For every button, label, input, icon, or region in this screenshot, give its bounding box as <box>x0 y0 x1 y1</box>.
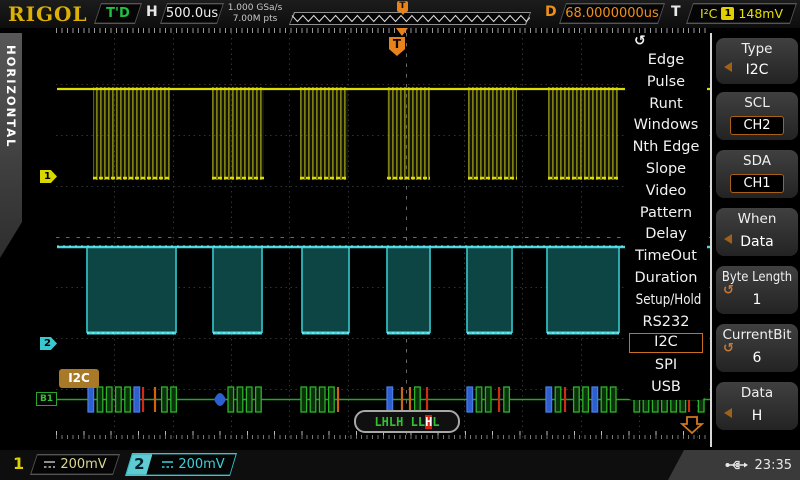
ch1-number[interactable]: 1 <box>13 454 24 473</box>
softkey-when-value: Data <box>716 234 798 250</box>
i2c-decode-bus <box>57 387 710 412</box>
trigger-menu-item-windows[interactable]: Windows <box>629 115 703 135</box>
clock: 23:35 <box>755 458 792 473</box>
trigger-type-readout: I²C <box>700 6 717 21</box>
back-rotate-icon[interactable]: ↺ <box>634 33 646 49</box>
softkey-when-label: When <box>716 211 798 227</box>
trigger-menu-item-pattern[interactable]: Pattern <box>629 203 703 223</box>
softkey-type-label: Type <box>716 41 798 57</box>
ch1-scale: 200mV <box>60 457 106 472</box>
trigger-menu-item-video[interactable]: Video <box>629 181 703 201</box>
trigger-position-arrow-icon <box>396 28 408 36</box>
softkey-data[interactable]: Data H <box>716 382 798 430</box>
softkey-byte-length[interactable]: Byte Length ↺ 1 <box>716 266 798 314</box>
decode-bit-4: L <box>411 415 418 429</box>
trigger-settings-readout[interactable]: I²C 1 148mV <box>686 3 797 24</box>
trigger-menu-item-nth-edge[interactable]: Nth Edge <box>629 137 703 157</box>
trigger-level-readout: 148mV <box>738 6 783 21</box>
softkey-sda-label: SDA <box>716 153 798 169</box>
ch1-scale-badge[interactable]: 200mV <box>30 454 120 475</box>
softkey-scl-value: CH2 <box>730 116 784 135</box>
ch2-scale: 200mV <box>178 457 224 472</box>
trigger-status-badge: T'D <box>94 3 142 24</box>
delay-label: D <box>545 4 557 20</box>
preview-trigger-pin[interactable]: T <box>397 1 408 12</box>
decode-bit-3: H <box>396 415 403 429</box>
rigol-logo: RIGOL <box>8 2 88 26</box>
sample-rate: 1.000 GSa/s <box>226 3 284 14</box>
horizontal-menu-tab: HORIZONTAL <box>0 33 22 258</box>
oscilloscope-screen: 1 2 B1 I2C T LHLH LLHL HORIZONTAL ↺ Edge… <box>0 0 800 480</box>
softkey-type-value: I2C <box>716 62 798 78</box>
bus1-marker[interactable]: B1 <box>36 392 57 406</box>
trigger-menu-item-delay[interactable]: Delay <box>629 224 703 244</box>
sidebar-rail <box>710 33 712 447</box>
softkey-data-label: Data <box>716 385 798 401</box>
trigger-label: T <box>671 4 681 20</box>
trigger-menu-item-rs232[interactable]: RS232 <box>629 312 703 332</box>
dc-coupling-icon <box>43 460 56 469</box>
decode-bit-1: H <box>382 415 389 429</box>
softkey-type[interactable]: Type I2C <box>716 38 798 84</box>
trigger-menu-item-slope[interactable]: Slope <box>629 159 703 179</box>
horizontal-menu-tab-label: HORIZONTAL <box>4 45 18 148</box>
ch2-waveform <box>57 246 710 333</box>
softkey-byte-length-value: 1 <box>716 292 798 308</box>
bottom-status-bar: 1 200mV 2 200mV <box>0 450 800 480</box>
trigger-menu-item-runt[interactable]: Runt <box>629 94 703 114</box>
trigger-menu-item-duration[interactable]: Duration <box>629 268 703 288</box>
trigger-level-offscreen-arrow-icon <box>680 416 706 434</box>
softkey-when[interactable]: When Data <box>716 208 798 256</box>
decode-bit-2: L <box>389 415 396 429</box>
decode-bit-0: L <box>374 415 381 429</box>
decode-bit-7: L <box>432 415 439 429</box>
trigger-menu-item-edge[interactable]: Edge <box>629 50 703 70</box>
trigger-source-badge: 1 <box>721 7 734 20</box>
usb-icon <box>725 459 749 471</box>
ch2-scale-badge[interactable]: 2 200mV <box>125 453 237 476</box>
trigger-menu-item-setup-hold[interactable]: Setup/Hold <box>636 290 697 310</box>
trigger-menu-item-timeout[interactable]: TimeOut <box>629 246 703 266</box>
trigger-menu-item-i2c[interactable]: I2C <box>629 333 703 353</box>
top-status-bar: RIGOL T'D H 500.0us 1.000 GSa/s 7.00M pt… <box>0 0 800 28</box>
trigger-menu-item-pulse[interactable]: Pulse <box>629 72 703 92</box>
acquisition-readout: 1.000 GSa/s 7.00M pts <box>226 3 284 25</box>
softkey-scl[interactable]: SCL CH2 <box>716 92 798 140</box>
softkey-data-value: H <box>716 408 798 424</box>
softkey-sidebar: Type I2C SCL CH2 SDA CH1 When Data Byte … <box>710 33 800 447</box>
status-corner: 23:35 <box>668 450 800 480</box>
trigger-menu-item-spi[interactable]: SPI <box>629 355 703 375</box>
softkey-sda-value: CH1 <box>730 174 784 193</box>
waveform-preview-strip[interactable] <box>289 12 531 25</box>
timebase-readout[interactable]: 500.0us <box>160 3 224 24</box>
softkey-current-bit[interactable]: CurrentBit ↺ 6 <box>716 324 798 372</box>
memory-depth: 7.00M pts <box>226 14 284 25</box>
horizontal-label: H <box>146 4 158 20</box>
decode-bit-5: L <box>418 415 425 429</box>
decode-protocol-label: I2C <box>59 369 99 388</box>
ch1-waveform <box>57 87 710 180</box>
decode-bit-values: LHLH LLHL <box>354 410 460 433</box>
softkey-scl-label: SCL <box>716 95 798 111</box>
trigger-offset-readout[interactable]: 68.0000000us <box>559 3 665 24</box>
trigger-menu-item-usb[interactable]: USB <box>629 377 703 397</box>
preview-zigzag <box>290 12 530 24</box>
softkey-sda[interactable]: SDA CH1 <box>716 150 798 198</box>
softkey-current-bit-value: 6 <box>716 350 798 366</box>
decode-bit-6: H <box>425 415 432 429</box>
dc-coupling-icon <box>161 460 174 469</box>
trigger-type-menu: ↺ EdgePulseRuntWindowsNth EdgeSlopeVideo… <box>625 33 707 400</box>
